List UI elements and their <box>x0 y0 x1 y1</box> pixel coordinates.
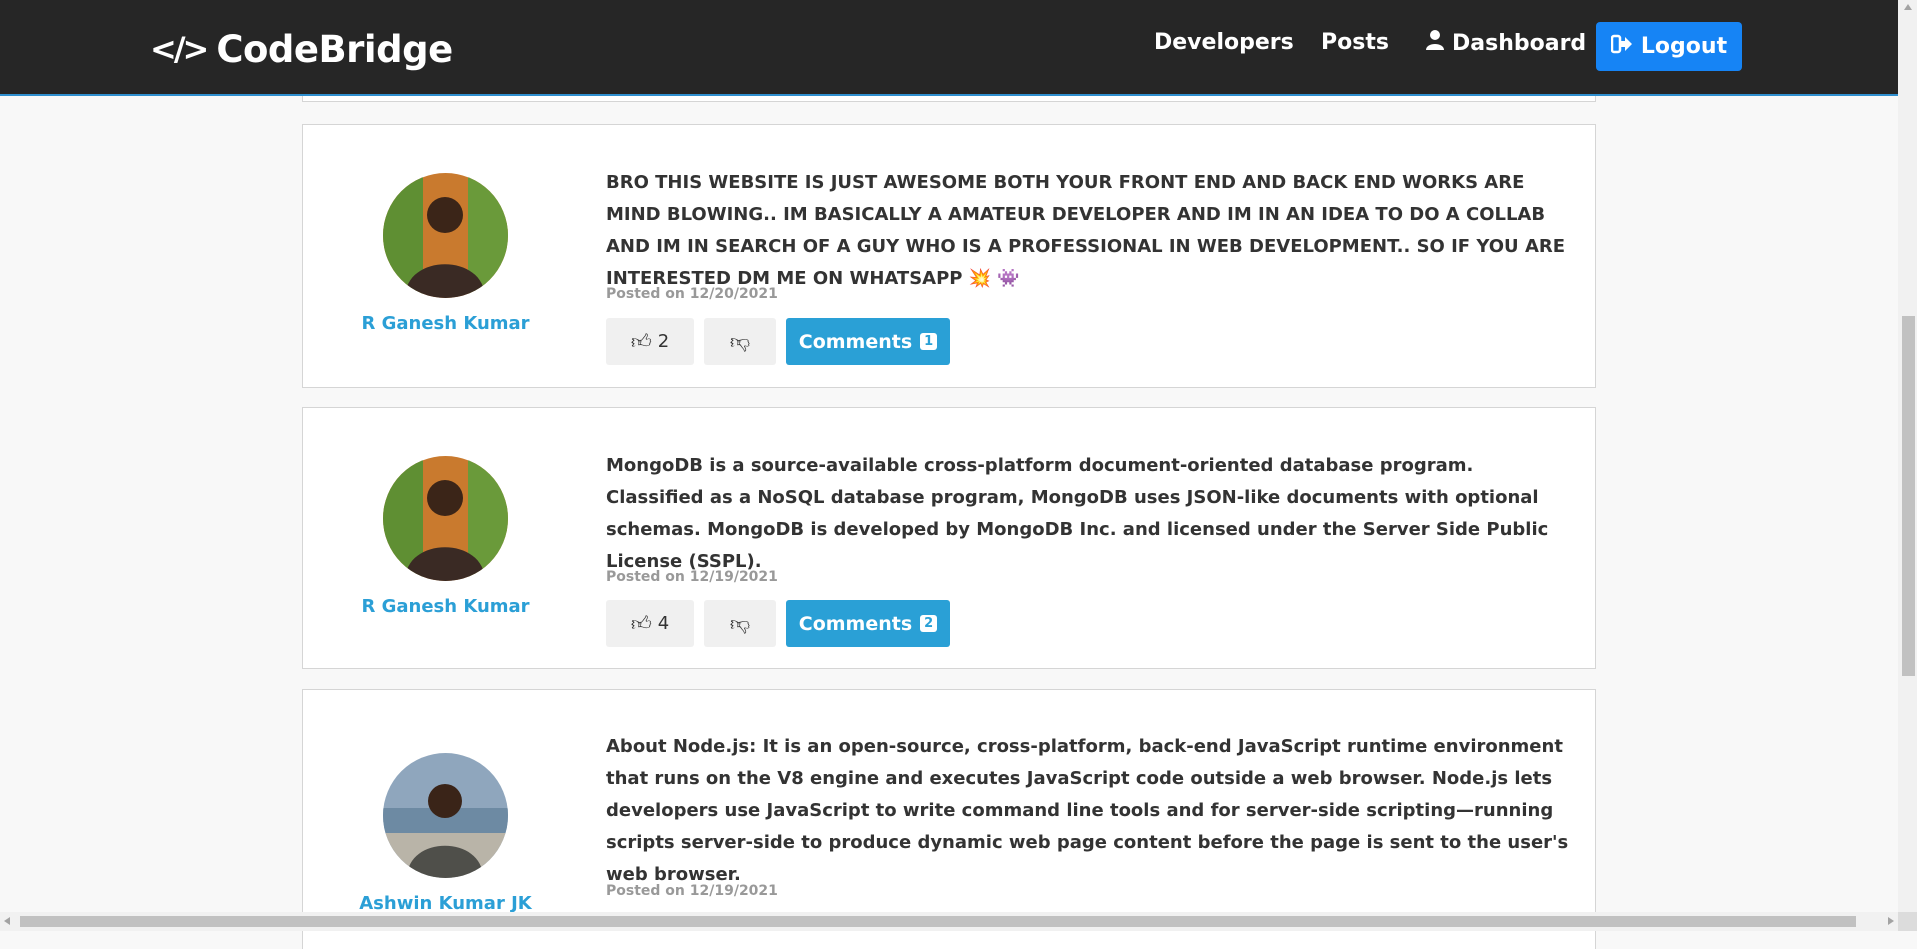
thumbs-up-icon: 👍︎ <box>630 611 652 635</box>
scrollbar-corner <box>1898 912 1917 931</box>
scroll-right-arrow-icon[interactable] <box>1888 917 1894 925</box>
avatar[interactable] <box>383 456 508 581</box>
author-name-link[interactable]: R Ganesh Kumar <box>303 596 588 617</box>
dislike-button[interactable]: 👎︎ <box>704 600 776 647</box>
post-text: BRO THIS WEBSITE IS JUST AWESOME BOTH YO… <box>606 172 1566 289</box>
scroll-left-arrow-icon[interactable] <box>4 917 10 925</box>
comments-count-badge: 2 <box>920 615 938 632</box>
sign-out-icon <box>1610 34 1633 59</box>
post-card: R Ganesh Kumar MongoDB is a source-avail… <box>302 407 1596 669</box>
code-icon: </> <box>150 30 209 68</box>
nav-dashboard-link[interactable]: Dashboard <box>1426 30 1586 56</box>
nav-posts-link[interactable]: Posts <box>1321 30 1389 55</box>
post-text: About Node.js: It is an open-source, cro… <box>606 736 1569 885</box>
post-card: Ashwin Kumar JK About Node.js: It is an … <box>302 689 1596 949</box>
comments-label: Comments <box>798 612 913 635</box>
like-button[interactable]: 👍︎ 4 <box>606 600 694 647</box>
thumbs-down-icon: 👎︎ <box>729 611 751 635</box>
user-icon <box>1426 30 1444 56</box>
post-date: Posted on 12/20/2021 <box>606 286 778 302</box>
avatar[interactable] <box>383 753 508 878</box>
author-name-link[interactable]: Ashwin Kumar JK <box>303 893 588 914</box>
author-name-link[interactable]: R Ganesh Kumar <box>303 313 588 334</box>
like-count: 2 <box>657 331 670 352</box>
post-text: MongoDB is a source-available cross-plat… <box>606 455 1549 572</box>
navbar: </> CodeBridge Developers Posts Dashboar… <box>0 0 1898 96</box>
brand-name: CodeBridge <box>216 27 453 71</box>
brand-logo[interactable]: </> CodeBridge <box>150 26 453 72</box>
dislike-button[interactable]: 👎︎ <box>704 318 776 365</box>
post-date: Posted on 12/19/2021 <box>606 569 778 585</box>
post-card: R Ganesh Kumar BRO THIS WEBSITE IS JUST … <box>302 124 1596 388</box>
horizontal-scroll-thumb[interactable] <box>20 916 1856 927</box>
scroll-up-arrow-icon[interactable] <box>1904 4 1912 10</box>
comments-count-badge: 1 <box>920 333 938 350</box>
thumbs-down-icon: 👎︎ <box>729 329 751 353</box>
like-count: 4 <box>657 613 670 634</box>
avatar[interactable] <box>383 173 508 298</box>
post-date: Posted on 12/19/2021 <box>606 883 778 899</box>
comments-label: Comments <box>798 330 913 353</box>
logout-label: Logout <box>1640 34 1728 59</box>
vertical-scroll-thumb[interactable] <box>1902 316 1915 676</box>
like-button[interactable]: 👍︎ 2 <box>606 318 694 365</box>
thumbs-up-icon: 👍︎ <box>630 329 652 353</box>
comments-button[interactable]: Comments 2 <box>786 600 950 647</box>
nav-dashboard-label: Dashboard <box>1452 31 1587 56</box>
logout-button[interactable]: Logout <box>1596 22 1742 71</box>
nav-developers-link[interactable]: Developers <box>1154 30 1294 55</box>
comments-button[interactable]: Comments 1 <box>786 318 950 365</box>
